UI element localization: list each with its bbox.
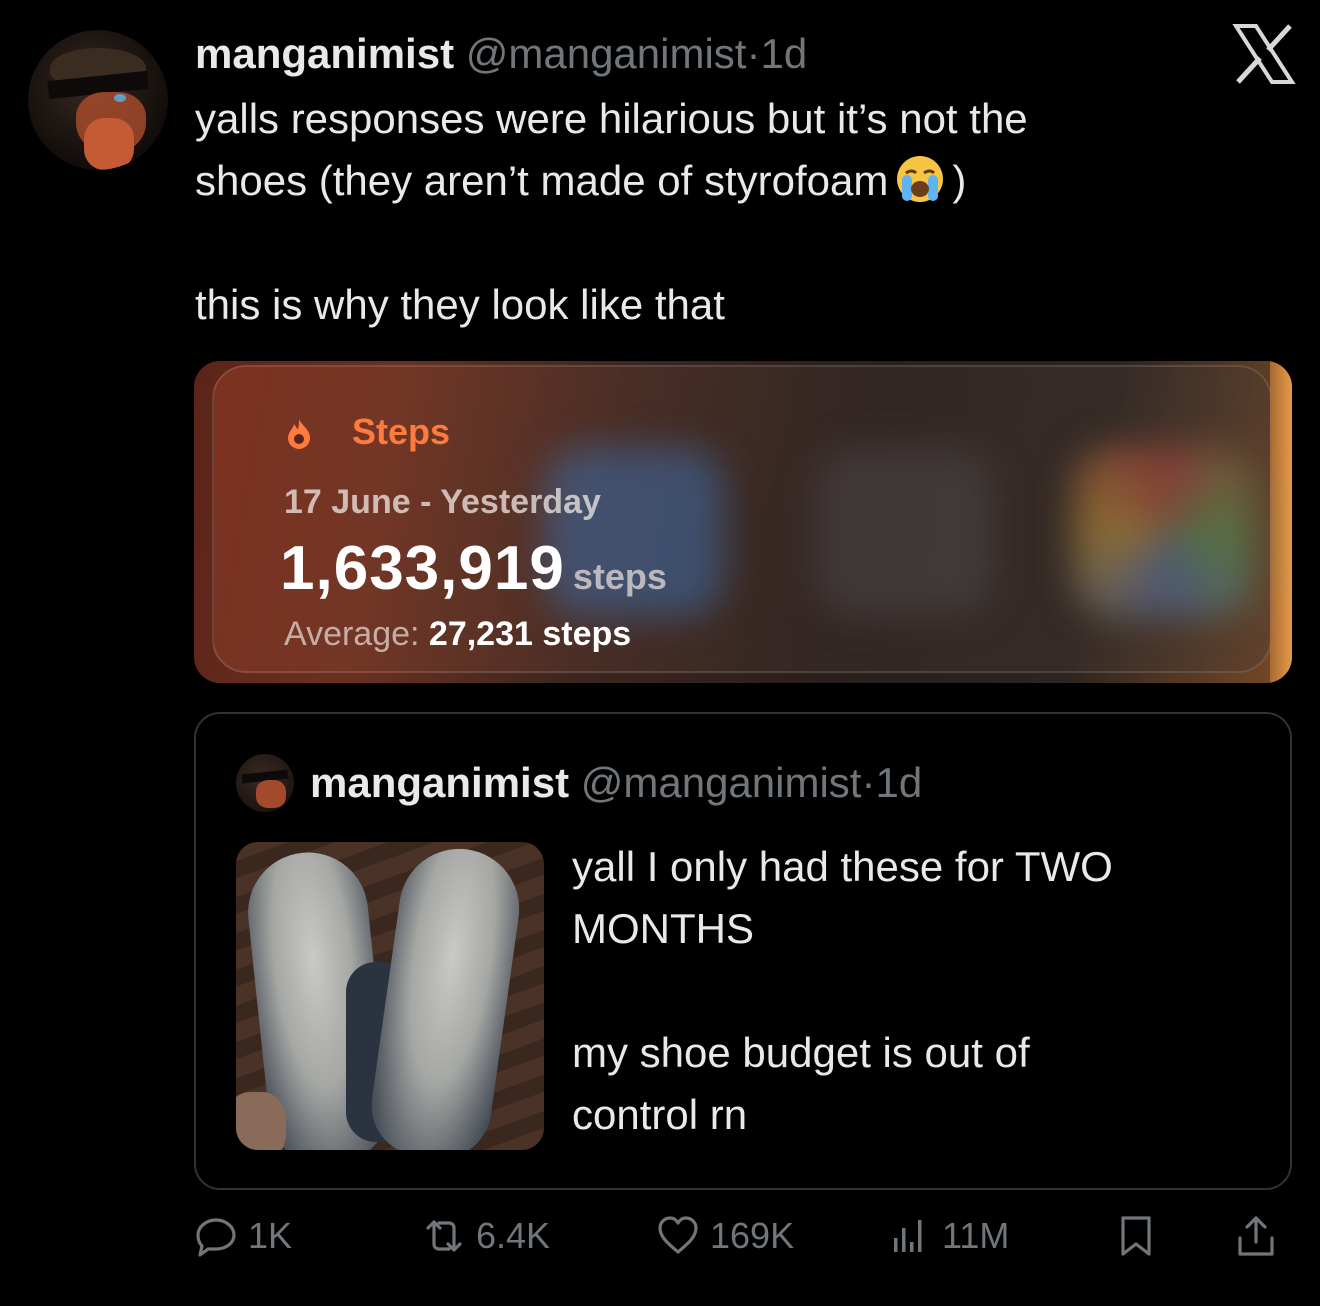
quoted-tweet-header: manganimist @manganimist·1d bbox=[310, 758, 922, 808]
share-button[interactable] bbox=[1234, 1214, 1288, 1258]
quoted-text-line: control rn bbox=[572, 1091, 748, 1138]
quoted-tweet-time: 1d bbox=[875, 759, 923, 806]
tweet-actions: 1K 6.4K 169K 11M bbox=[194, 1214, 1294, 1274]
steps-screenshot-image[interactable]: Steps 17 June - Yesterday 1,633,919 steps… bbox=[194, 361, 1292, 683]
worn-shoes-image[interactable] bbox=[236, 842, 544, 1150]
tweet-time[interactable]: 1d bbox=[760, 30, 807, 77]
views-button[interactable]: 11M bbox=[888, 1214, 1009, 1258]
reply-count: 1K bbox=[248, 1215, 293, 1256]
tweet-text-line: shoes (they aren’t made of styrofoam bbox=[195, 157, 889, 204]
tweet-text-line: ) bbox=[952, 157, 967, 204]
like-count: 169K bbox=[710, 1215, 795, 1256]
like-button[interactable]: 169K bbox=[656, 1214, 794, 1258]
bookmark-button[interactable] bbox=[1114, 1214, 1168, 1258]
quoted-author-avatar[interactable] bbox=[236, 754, 294, 812]
quoted-text-line: MONTHS bbox=[572, 905, 754, 952]
steps-average: Average: 27,231 steps bbox=[284, 615, 631, 654]
author-name[interactable]: manganimist bbox=[195, 30, 454, 77]
tweet-text-line: this is why they look like that bbox=[195, 281, 725, 328]
repost-count: 6.4K bbox=[476, 1215, 551, 1256]
tweet-text-line: yalls responses were hilarious but it’s … bbox=[195, 95, 1028, 142]
views-icon bbox=[894, 1220, 922, 1252]
repost-button[interactable]: 6.4K bbox=[422, 1214, 550, 1258]
tweet-header: manganimist @manganimist·1d bbox=[195, 30, 807, 78]
x-logo-icon bbox=[1232, 24, 1296, 84]
share-icon bbox=[1238, 1216, 1274, 1256]
quoted-tweet-text: yall I only had these for TWO MONTHS my … bbox=[572, 836, 1252, 1146]
loudly-crying-face-emoji-icon bbox=[897, 156, 944, 202]
quoted-text-line: my shoe budget is out of bbox=[572, 1029, 1030, 1076]
author-handle[interactable]: @manganimist bbox=[466, 30, 747, 77]
quoted-text-line: yall I only had these for TWO bbox=[572, 843, 1113, 890]
header-separator: · bbox=[746, 30, 761, 77]
steps-total-unit: steps bbox=[572, 556, 667, 597]
steps-average-label: Average: bbox=[284, 615, 420, 653]
tweet-text: yalls responses were hilarious but it’s … bbox=[195, 88, 1275, 336]
quoted-author-handle[interactable]: @manganimist bbox=[581, 759, 862, 806]
quoted-tweet[interactable]: manganimist @manganimist·1d yall I only … bbox=[194, 712, 1292, 1190]
steps-date-range: 17 June - Yesterday bbox=[284, 483, 601, 521]
steps-total: 1,633,919 steps bbox=[280, 533, 667, 604]
views-count: 11M bbox=[942, 1215, 1010, 1256]
bookmark-icon bbox=[1121, 1216, 1151, 1256]
reply-button[interactable]: 1K bbox=[194, 1214, 292, 1258]
steps-average-value: 27,231 steps bbox=[428, 615, 632, 653]
reply-icon bbox=[196, 1218, 236, 1257]
author-avatar[interactable] bbox=[28, 30, 168, 170]
steps-card: Steps 17 June - Yesterday 1,633,919 steps… bbox=[212, 365, 1272, 673]
heart-icon bbox=[658, 1216, 698, 1254]
quoted-author-name[interactable]: manganimist bbox=[310, 759, 569, 806]
repost-icon bbox=[426, 1220, 462, 1252]
steps-title: Steps bbox=[352, 411, 451, 452]
steps-total-value: 1,633,919 bbox=[280, 534, 565, 603]
quoted-header-separator: · bbox=[861, 759, 876, 806]
